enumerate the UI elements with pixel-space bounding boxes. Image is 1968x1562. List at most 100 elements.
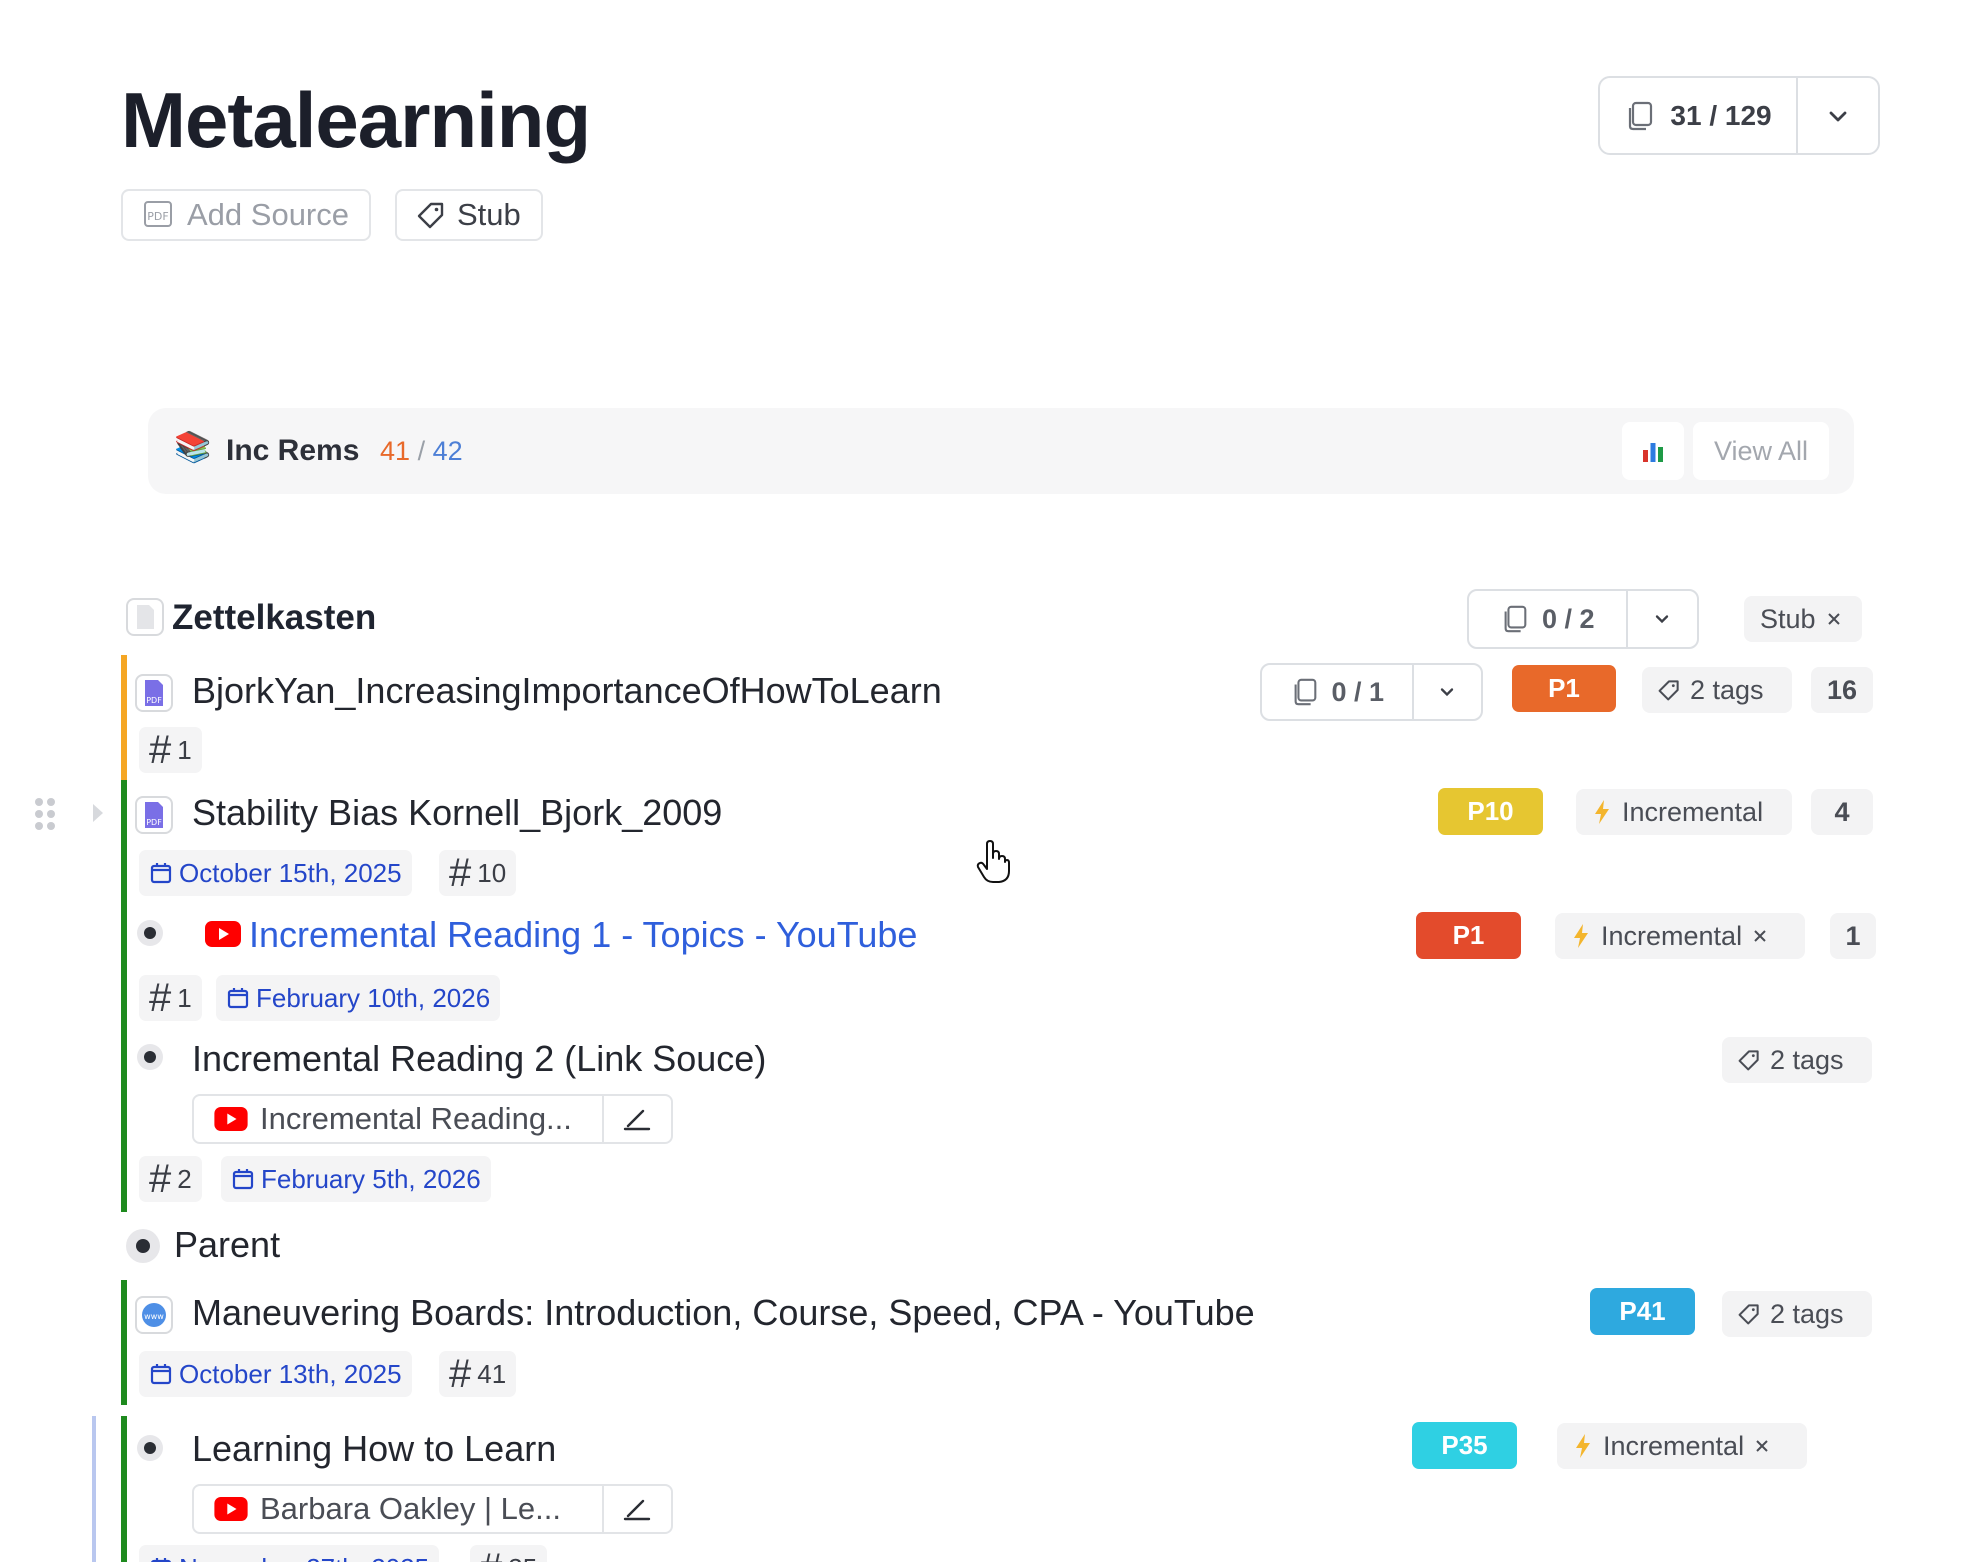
inc-rems-done: 41 <box>380 436 411 466</box>
source-link[interactable]: Incremental Reading... <box>192 1094 673 1144</box>
card-count: 31 / 129 <box>1670 99 1772 131</box>
bullet-icon[interactable] <box>137 920 163 946</box>
pdf-icon: PDF <box>134 795 174 835</box>
chevron-down-icon <box>1652 609 1672 629</box>
drag-handle-icon[interactable] <box>34 797 56 831</box>
incremental-tag[interactable]: Incremental <box>1576 789 1792 835</box>
incremental-tag[interactable]: Incremental <box>1557 1423 1807 1469</box>
add-source-label: Add Source <box>187 197 349 232</box>
source-link-title[interactable]: Barbara Oakley | Le... <box>194 1486 604 1532</box>
rem-title[interactable]: Learning How to Learn <box>192 1428 556 1470</box>
rem-title[interactable]: Maneuvering Boards: Introduction, Course… <box>192 1292 1255 1334</box>
hash-value: 2 <box>177 1163 192 1194</box>
inc-rems-sep: / <box>417 436 426 466</box>
rem-link-title[interactable]: Incremental Reading 1 - Topics - YouTube <box>249 914 917 956</box>
cards-icon <box>1624 100 1656 132</box>
chevron-down-icon <box>1437 682 1457 702</box>
inc-rems-panel: 📚 Inc Rems 41 / 42 View All <box>148 408 1854 494</box>
tags-pill[interactable]: 2 tags <box>1722 1291 1872 1337</box>
pencil-icon <box>622 1496 652 1522</box>
bjork-card-counter[interactable]: 0 / 1 <box>1260 663 1483 721</box>
priority-badge[interactable]: P41 <box>1590 1288 1695 1335</box>
calendar-icon <box>149 1362 173 1386</box>
hash-value: 1 <box>177 734 192 765</box>
source-title: Incremental Reading... <box>260 1101 572 1136</box>
incremental-label: Incremental <box>1622 796 1764 827</box>
stats-button[interactable] <box>1622 422 1684 480</box>
stub-tag-button[interactable]: Stub <box>395 189 543 241</box>
rem-title[interactable]: Incremental Reading 2 (Link Souce) <box>192 1038 766 1080</box>
date-value: October 15th, 2025 <box>179 857 402 888</box>
add-source-button[interactable]: PDF Add Source <box>121 189 371 241</box>
source-link[interactable]: Barbara Oakley | Le... <box>192 1484 673 1534</box>
rem-title[interactable]: Parent <box>174 1224 280 1266</box>
incremental-label: Incremental <box>1603 1430 1745 1461</box>
hash-pill[interactable]: # 2 <box>139 1156 202 1202</box>
date-pill[interactable]: February 5th, 2026 <box>221 1156 491 1202</box>
hash-pill[interactable]: # 35 <box>470 1545 548 1562</box>
books-icon: 📚 <box>174 431 212 464</box>
chevron-down-icon <box>1826 104 1850 128</box>
hash-icon: # <box>149 1156 172 1201</box>
rem-title[interactable]: Stability Bias Kornell_Bjork_2009 <box>192 792 722 834</box>
tags-pill[interactable]: 2 tags <box>1642 667 1792 713</box>
rem-count[interactable]: 4 <box>1811 789 1873 835</box>
edit-source-button[interactable] <box>604 1106 671 1132</box>
date-pill[interactable]: February 10th, 2026 <box>216 975 501 1021</box>
hash-value: 1 <box>177 982 192 1013</box>
close-icon[interactable] <box>1826 611 1842 627</box>
close-icon[interactable] <box>1754 1438 1770 1454</box>
close-icon[interactable] <box>1752 928 1768 944</box>
calendar-icon <box>149 1556 173 1562</box>
bjork-card-count-button[interactable]: 0 / 1 <box>1262 665 1414 719</box>
zettelkasten-dropdown[interactable] <box>1628 591 1697 647</box>
hash-pill[interactable]: # 1 <box>139 727 202 773</box>
incremental-label: Incremental <box>1601 920 1743 951</box>
date-pill[interactable]: October 13th, 2025 <box>139 1351 412 1397</box>
hash-value: 35 <box>508 1553 537 1562</box>
zettelkasten-card-count-button[interactable]: 0 / 2 <box>1469 591 1628 647</box>
tags-label: 2 tags <box>1770 1298 1844 1329</box>
cards-icon <box>1290 677 1320 707</box>
svg-text:PDF: PDF <box>146 696 162 705</box>
hash-pill[interactable]: # 10 <box>439 850 517 896</box>
priority-badge[interactable]: P35 <box>1412 1422 1517 1469</box>
inc-rems-label: Inc Rems <box>226 434 360 467</box>
card-counter[interactable]: 31 / 129 <box>1598 76 1880 155</box>
rem-count[interactable]: 16 <box>1811 667 1873 713</box>
zettelkasten-card-counter[interactable]: 0 / 2 <box>1467 589 1699 649</box>
priority-badge[interactable]: P1 <box>1512 665 1616 712</box>
source-link-title[interactable]: Incremental Reading... <box>194 1096 604 1142</box>
hash-pill[interactable]: # 1 <box>139 975 202 1021</box>
rem-indent-bar <box>121 655 127 780</box>
view-all-button[interactable]: View All <box>1693 422 1829 480</box>
hash-icon: # <box>480 1546 502 1562</box>
hash-value: 10 <box>477 857 507 888</box>
date-pill[interactable]: November 27th, 2025 <box>139 1545 440 1562</box>
rem-count[interactable]: 1 <box>1830 913 1876 959</box>
date-pill[interactable]: October 15th, 2025 <box>139 850 412 896</box>
tags-pill[interactable]: 2 tags <box>1722 1037 1872 1083</box>
incremental-tag[interactable]: Incremental <box>1555 913 1805 959</box>
date-value: February 10th, 2026 <box>256 982 491 1013</box>
card-count-button[interactable]: 31 / 129 <box>1600 78 1798 153</box>
svg-text:www: www <box>144 1312 164 1321</box>
lightning-icon <box>1592 799 1612 825</box>
hash-pill[interactable]: # 41 <box>439 1351 517 1397</box>
expand-arrow-icon[interactable] <box>90 801 106 825</box>
tags-label: 2 tags <box>1690 674 1764 705</box>
edit-source-button[interactable] <box>604 1496 671 1522</box>
bullet-icon[interactable] <box>137 1435 163 1461</box>
bullet-icon[interactable] <box>126 1229 160 1263</box>
stub-tag[interactable]: Stub <box>1744 596 1862 642</box>
date-value: February 5th, 2026 <box>261 1163 481 1194</box>
priority-badge[interactable]: P1 <box>1416 912 1521 959</box>
rem-title[interactable]: BjorkYan_IncreasingImportanceOfHowToLear… <box>192 670 942 712</box>
priority-badge[interactable]: P10 <box>1438 788 1543 835</box>
zettelkasten-title[interactable]: Zettelkasten <box>172 598 376 638</box>
svg-text:PDF: PDF <box>146 818 162 827</box>
tag-icon <box>1738 1303 1760 1325</box>
bjork-dropdown[interactable] <box>1414 665 1481 719</box>
card-count-dropdown[interactable] <box>1798 78 1878 153</box>
bullet-icon[interactable] <box>137 1044 163 1070</box>
